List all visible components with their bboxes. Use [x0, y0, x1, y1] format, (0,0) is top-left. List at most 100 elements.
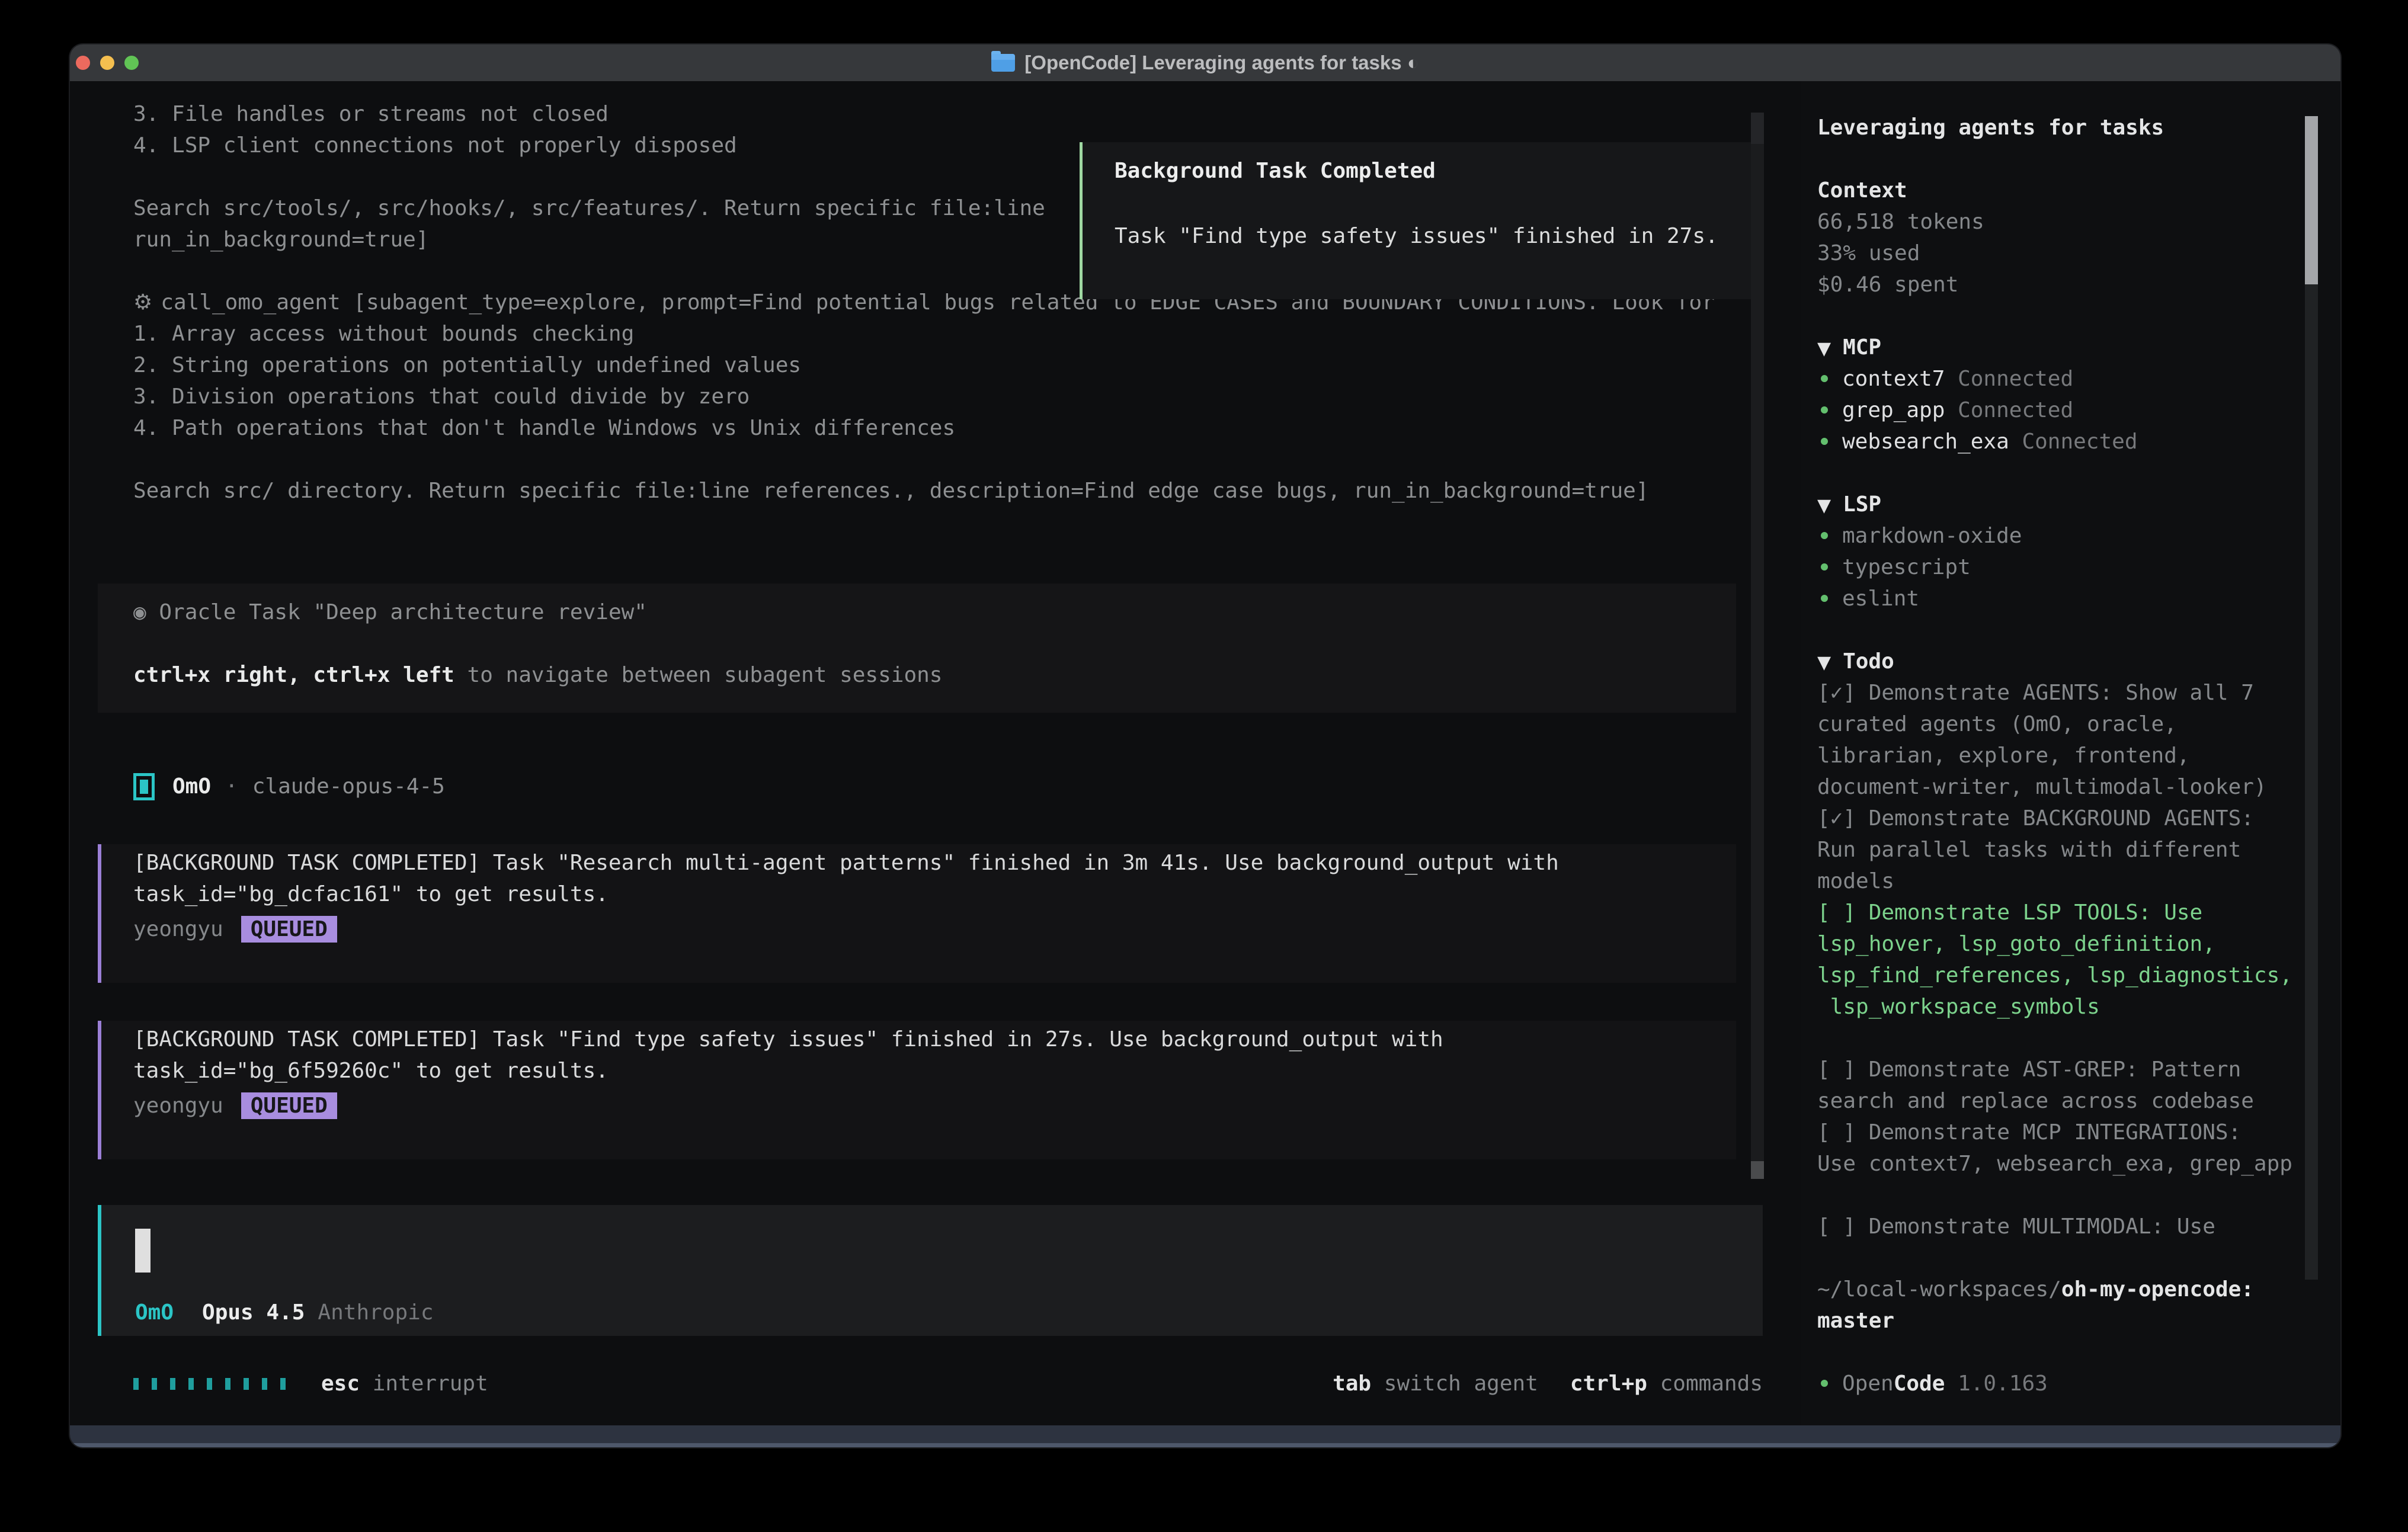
context-heading: Context — [1817, 175, 2293, 206]
git-branch: master — [1817, 1305, 2293, 1337]
status-dot-icon — [1821, 1380, 1828, 1387]
todo-item-line-active: [ ] Demonstrate LSP TOOLS: Use — [1817, 897, 2293, 928]
background-task-message: [BACKGROUND TASK COMPLETED] Task "Find t… — [98, 1021, 1736, 1159]
lsp-section-header[interactable]: ▼LSP — [1817, 489, 2293, 520]
terminal-body: 3. File handles or streams not closed 4.… — [70, 81, 2340, 1425]
todo-item-line: [ ] Demonstrate MCP INTEGRATIONS: — [1817, 1117, 2293, 1148]
shortcut-keys: ctrl+x right, ctrl+x left — [133, 663, 454, 687]
context-used: 33% used — [1817, 238, 2293, 269]
context-spent: $0.46 spent — [1817, 269, 2293, 300]
chat-line: Search src/ directory. Return specific f… — [133, 475, 1748, 507]
oracle-task-panel: ◉ Oracle Task "Deep architecture review"… — [98, 584, 1736, 713]
task-author: yeongyu — [133, 1094, 223, 1118]
chat-line: 1. Array access without bounds checking — [133, 318, 1748, 350]
context-tokens: 66,518 tokens — [1817, 206, 2293, 238]
task-author: yeongyu — [133, 917, 223, 941]
opencode-version: OpenCode 1.0.163 — [1817, 1368, 2293, 1399]
mcp-item: websearch_exa Connected — [1817, 426, 2293, 457]
chat-line: 3. File handles or streams not closed — [133, 98, 1748, 130]
window-controls — [76, 44, 139, 81]
mcp-item: context7 Connected — [1817, 363, 2293, 395]
chevron-down-icon: ▼ — [1817, 338, 1831, 359]
todo-item-line: [✓] Demonstrate AGENTS: Show all 7 — [1817, 677, 2293, 709]
status-dot-icon — [1821, 375, 1828, 382]
minimize-window-button[interactable] — [100, 56, 114, 70]
mcp-section-header[interactable]: ▼MCP — [1817, 332, 2293, 363]
chat-blank-line — [133, 444, 1748, 475]
sidebar-scrollbar[interactable] — [2305, 116, 2318, 1280]
notification-body: Task "Find type safety issues" finished … — [1115, 224, 1718, 248]
task-message-line: [BACKGROUND TASK COMPLETED] Task "Find t… — [133, 1027, 1443, 1052]
input-model-name: Opus 4.5 — [202, 1300, 305, 1325]
title-bar[interactable]: [OpenCode] Leveraging agents for tasks ◐ — [70, 44, 2340, 81]
folder-icon — [991, 54, 1015, 72]
todo-item-line-active: lsp_find_references, lsp_diagnostics, — [1817, 960, 2293, 991]
notification-title: Background Task Completed — [1115, 159, 1436, 183]
task-message-line: task_id="bg_6f59260c" to get results. — [133, 1059, 609, 1083]
input-agent-name: OmO — [135, 1300, 174, 1325]
input-agent-info: OmO Opus 4.5 Anthropic — [135, 1297, 434, 1328]
opencode-terminal-window: [OpenCode] Leveraging agents for tasks ◐… — [70, 44, 2340, 1447]
session-title: Leveraging agents for tasks — [1817, 112, 2293, 143]
zoom-window-button[interactable] — [124, 56, 139, 70]
commands-shortcut: ctrl+p commands — [1570, 1371, 1763, 1396]
session-sidebar: Leveraging agents for tasks Context 66,5… — [1801, 81, 2340, 1425]
chat-line: 2. String operations on potentially unde… — [133, 350, 1748, 381]
workspace-path: ~/local-workspaces/oh-my-opencode: — [1817, 1274, 2293, 1305]
todo-item-line: search and replace across codebase — [1817, 1085, 2293, 1117]
mcp-item: grep_app Connected — [1817, 395, 2293, 426]
window-title: [OpenCode] Leveraging agents for tasks ◐ — [1024, 52, 1418, 74]
todo-item-line-active: lsp_workspace_symbols — [1817, 991, 2293, 1023]
todo-item-line: models — [1817, 866, 2293, 897]
agent-square-icon — [133, 773, 155, 800]
sidebar-scrollbar-thumb[interactable] — [2305, 116, 2318, 284]
status-dot-icon — [1821, 438, 1828, 445]
chat-line: 3. Division operations that could divide… — [133, 381, 1748, 412]
status-dot-icon — [1821, 406, 1828, 414]
separator-dot: · — [225, 774, 238, 799]
chat-scrollbar[interactable] — [1751, 113, 1764, 1179]
agent-session-header: OmO · claude-opus-4-5 — [133, 771, 445, 802]
lsp-item: markdown-oxide — [1817, 520, 2293, 552]
todo-item-line: [ ] Demonstrate MULTIMODAL: Use — [1817, 1211, 2293, 1242]
task-message-line: task_id="bg_dcfac161" to get results. — [133, 882, 609, 906]
todo-item-line: [✓] Demonstrate BACKGROUND AGENTS: — [1817, 803, 2293, 834]
switch-agent-shortcut: tab switch agent — [1333, 1371, 1538, 1396]
todo-item-line: librarian, explore, frontend, — [1817, 740, 2293, 771]
close-window-button[interactable] — [76, 56, 90, 70]
text-cursor — [135, 1229, 150, 1273]
todo-item-line: [ ] Demonstrate AST-GREP: Pattern — [1817, 1054, 2293, 1085]
queued-status-badge: QUEUED — [241, 1092, 337, 1119]
status-dot-icon — [1821, 532, 1828, 539]
todo-item-line-active: lsp_hover, lsp_goto_definition, — [1817, 928, 2293, 960]
todo-item-line: Use context7, websearch_exa, grep_app — [1817, 1148, 2293, 1180]
fisheye-icon: ◉ — [133, 600, 146, 624]
interrupt-shortcut: esc interrupt — [321, 1371, 488, 1396]
todo-section-header[interactable]: ▼Todo — [1817, 646, 2293, 677]
queued-status-badge: QUEUED — [241, 916, 337, 943]
status-dot-icon — [1821, 563, 1828, 571]
prompt-input[interactable]: OmO Opus 4.5 Anthropic — [98, 1205, 1763, 1336]
chevron-down-icon: ▼ — [1817, 495, 1831, 516]
todo-item-line: curated agents (OmO, oracle, — [1817, 709, 2293, 740]
window-bottom-edge — [70, 1425, 2340, 1447]
todo-item-line: document-writer, multimodal-looker) — [1817, 771, 2293, 803]
chat-area: 3. File handles or streams not closed 4.… — [70, 81, 1801, 1425]
status-bar: esc interrupt tab switch agent ctrl+p co… — [133, 1368, 1763, 1399]
agent-name: OmO — [172, 774, 211, 799]
lsp-item: eslint — [1817, 583, 2293, 614]
chat-line: 4. Path operations that don't handle Win… — [133, 412, 1748, 444]
status-dot-icon — [1821, 595, 1828, 602]
agent-model: claude-opus-4-5 — [252, 774, 445, 799]
subagent-navigation-hint: ctrl+x right, ctrl+x left to navigate be… — [133, 663, 942, 687]
task-message-line: [BACKGROUND TASK COMPLETED] Task "Resear… — [133, 851, 1559, 875]
gear-icon: ⚙ — [133, 290, 152, 315]
working-spinner — [133, 1378, 286, 1390]
background-task-message: [BACKGROUND TASK COMPLETED] Task "Resear… — [98, 844, 1736, 983]
background-task-notification: Background Task Completed Task "Find typ… — [1080, 142, 1763, 299]
todo-item-line: Run parallel tasks with different — [1817, 834, 2293, 866]
input-provider-name: Anthropic — [318, 1300, 433, 1325]
lsp-item: typescript — [1817, 552, 2293, 583]
chevron-down-icon: ▼ — [1817, 652, 1831, 673]
chat-scrollbar-thumb[interactable] — [1751, 1161, 1764, 1179]
